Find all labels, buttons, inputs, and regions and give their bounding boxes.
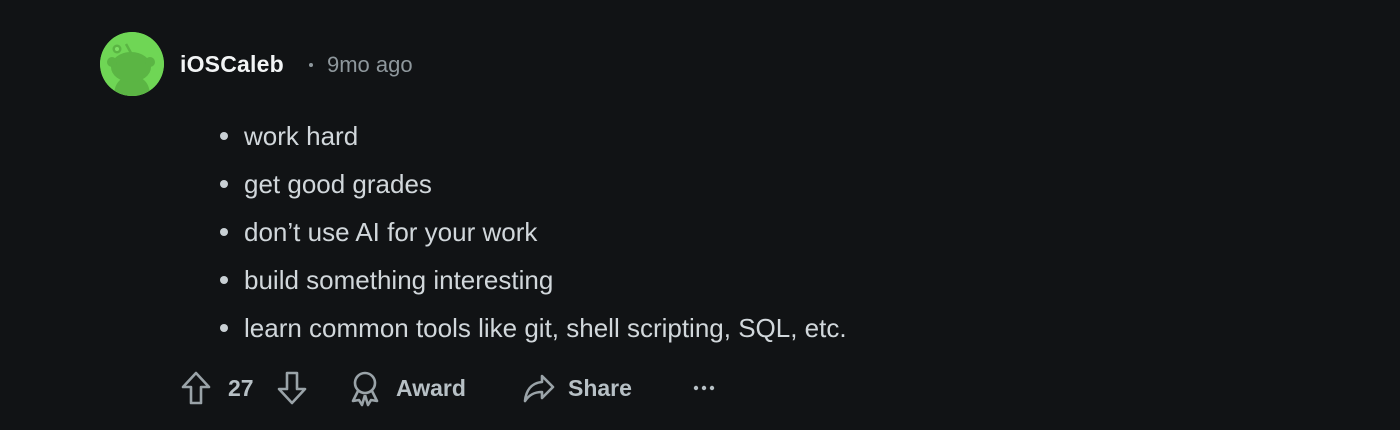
reddit-snoo-avatar-icon[interactable] xyxy=(100,32,164,96)
list-item: get good grades xyxy=(218,163,847,211)
comment-author[interactable]: iOSCaleb xyxy=(180,51,284,78)
award-button[interactable]: Award xyxy=(348,366,466,410)
bullet-icon xyxy=(220,228,228,236)
award-icon xyxy=(348,368,382,408)
vote-score-text: 27 xyxy=(228,374,254,401)
share-label: Share xyxy=(568,374,632,401)
share-button[interactable]: Share xyxy=(522,366,632,410)
share-arrow-icon xyxy=(522,368,556,408)
list-item: build something interesting xyxy=(218,259,847,307)
award-label: Award xyxy=(396,374,466,401)
more-options-button[interactable] xyxy=(692,366,716,410)
downvote-arrow-icon xyxy=(272,366,312,410)
list-item-text: work hard xyxy=(244,121,359,151)
bullet-icon xyxy=(220,324,228,332)
downvote-button[interactable] xyxy=(272,366,312,410)
vote-score: 27 xyxy=(228,366,254,410)
list-item-text: get good grades xyxy=(244,169,432,199)
list-item-text: learn common tools like git, shell scrip… xyxy=(244,313,847,343)
list-item-text: build something interesting xyxy=(244,265,554,295)
bullet-icon xyxy=(220,132,228,140)
bullet-icon xyxy=(220,276,228,284)
list-item: learn common tools like git, shell scrip… xyxy=(218,307,847,355)
list-item-text: don’t use AI for your work xyxy=(244,217,538,247)
bullet-icon xyxy=(220,180,228,188)
upvote-button[interactable] xyxy=(176,366,216,410)
comment-timestamp[interactable]: 9mo ago xyxy=(327,52,413,78)
upvote-arrow-icon xyxy=(176,366,216,410)
list-item: work hard xyxy=(218,115,847,163)
meta-separator xyxy=(309,63,313,67)
comment-body-list: work hard get good grades don’t use AI f… xyxy=(218,115,847,355)
list-item: don’t use AI for your work xyxy=(218,211,847,259)
comment: iOSCaleb 9mo ago work hard get good grad… xyxy=(0,0,1400,430)
more-options-icon xyxy=(692,366,716,410)
